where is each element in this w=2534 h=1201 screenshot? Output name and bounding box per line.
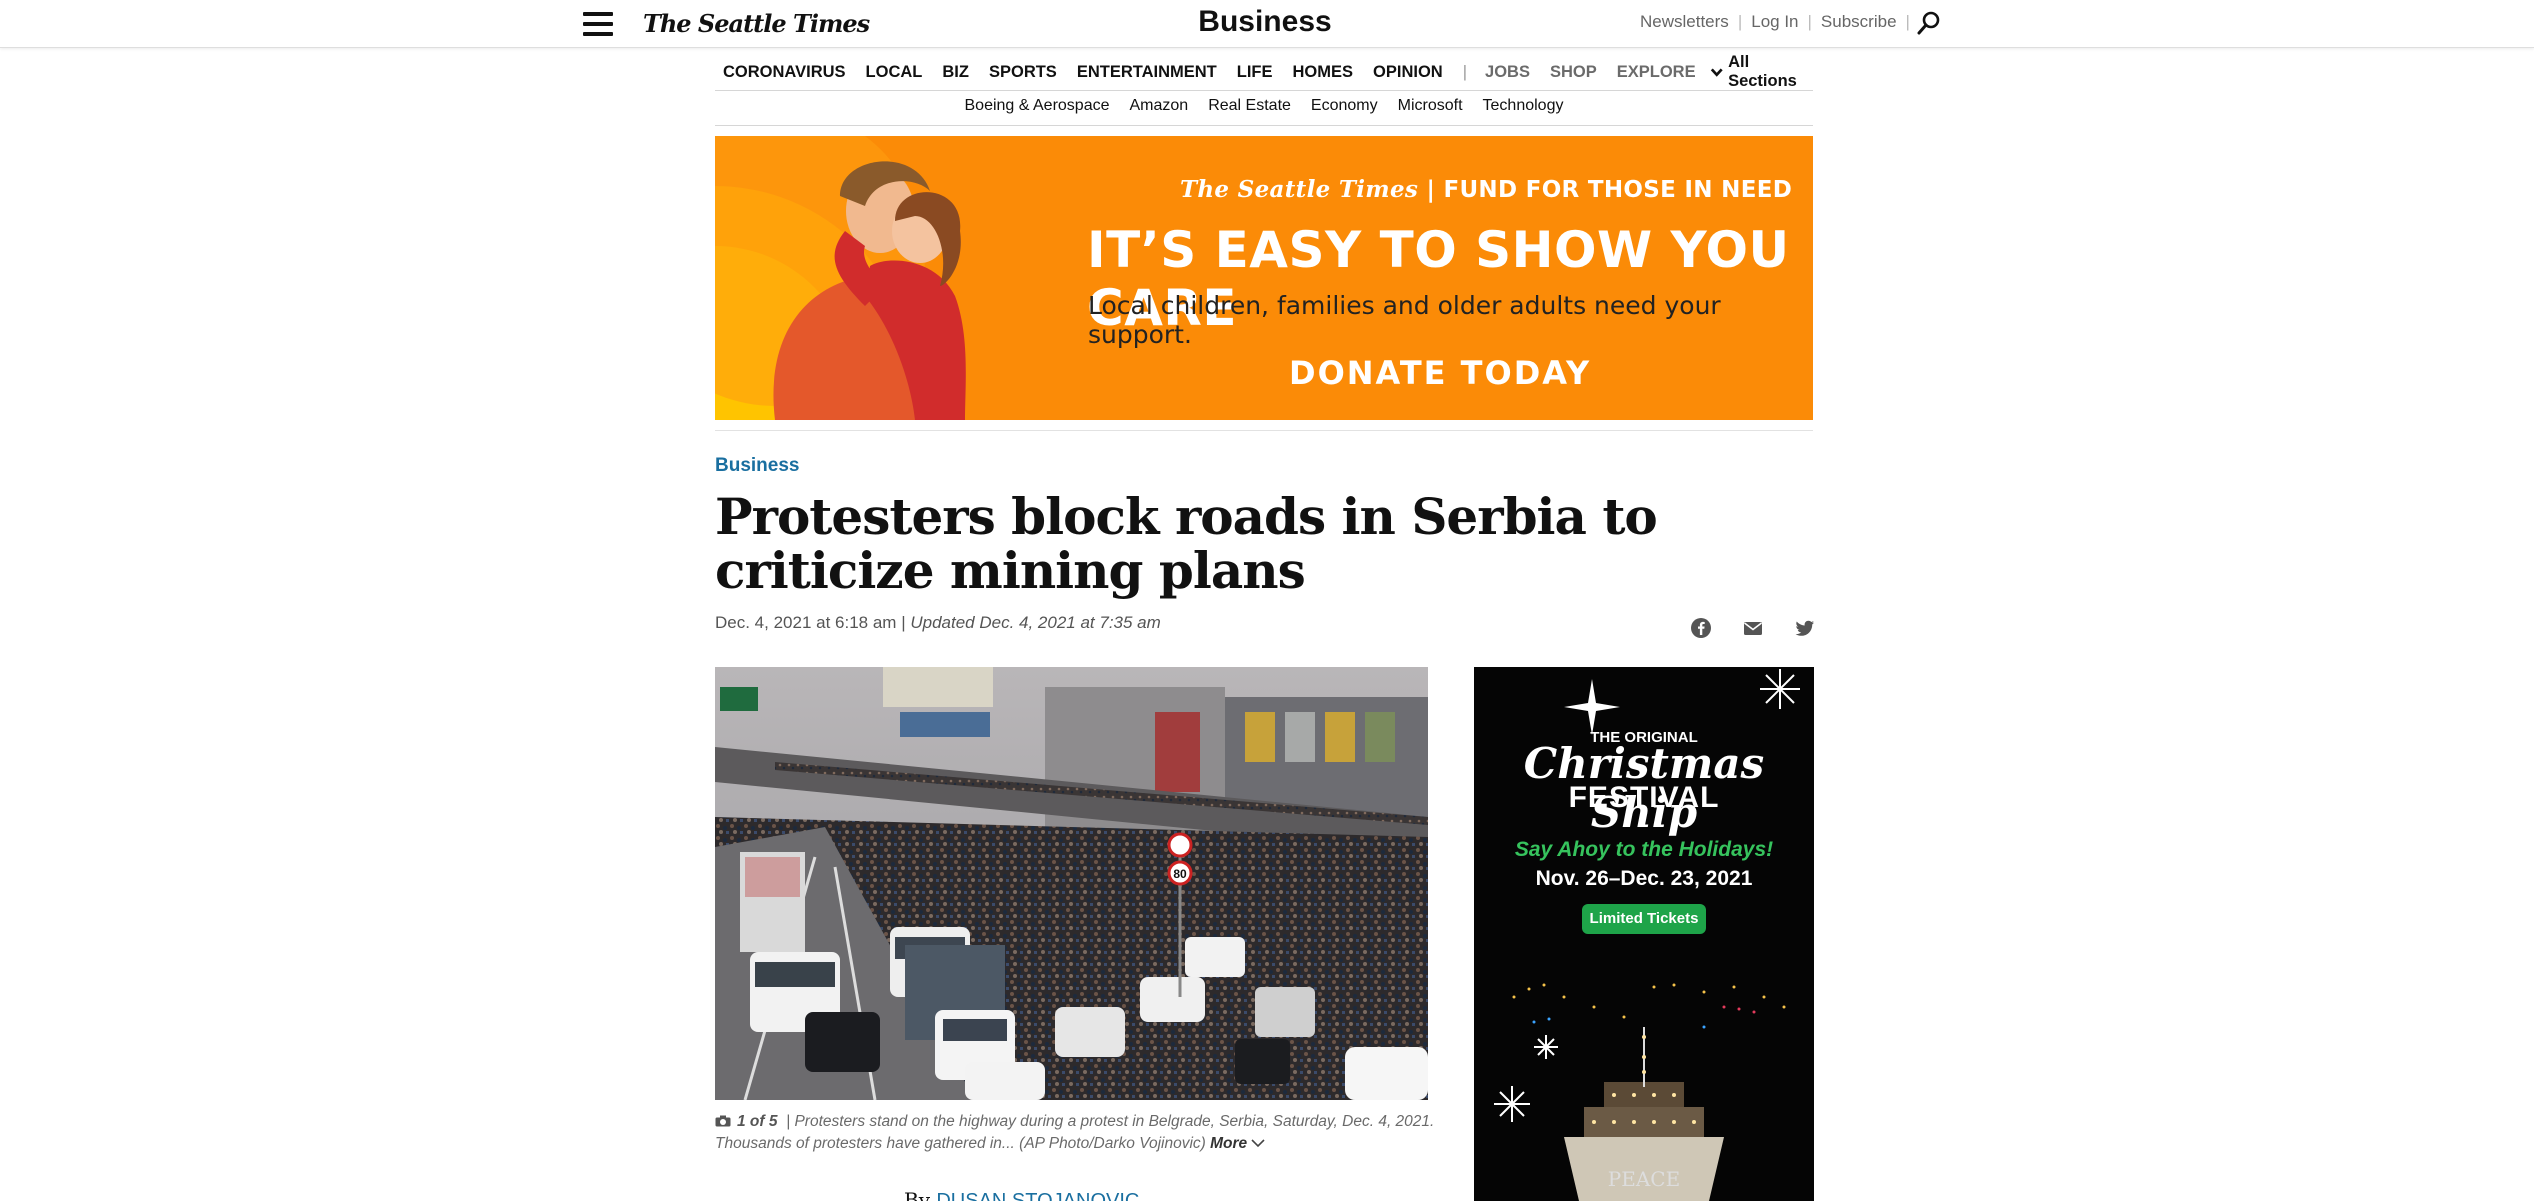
christmas-ship-ad[interactable]: THE ORIGINAL Christmas Ship FESTIVAL Say… bbox=[1474, 667, 1814, 1201]
newsletters-link[interactable]: Newsletters bbox=[1640, 12, 1729, 32]
parent-child-illustration bbox=[715, 136, 1095, 420]
email-icon[interactable] bbox=[1742, 617, 1764, 639]
author-link[interactable]: DUSAN STOJANOVIC bbox=[936, 1190, 1139, 1201]
nav-item-opinion[interactable]: OPINION bbox=[1373, 63, 1443, 82]
all-sections-button[interactable]: All Sections bbox=[1710, 53, 1813, 91]
byline-prefix: By bbox=[904, 1188, 930, 1201]
nav-item-explore[interactable]: EXPLORE bbox=[1617, 63, 1696, 82]
chevron-down-icon bbox=[1251, 1139, 1266, 1148]
ad-line-festival: FESTIVAL bbox=[1568, 781, 1720, 814]
subscribe-link[interactable]: Subscribe bbox=[1821, 12, 1897, 32]
login-link[interactable]: Log In bbox=[1751, 12, 1798, 32]
ad-tagline: Say Ahoy to the Holidays! bbox=[1514, 838, 1774, 861]
updated-date: Updated Dec. 4, 2021 at 7:35 am bbox=[910, 613, 1161, 632]
byline: By DUSAN STOJANOVIC bbox=[904, 1188, 1139, 1201]
menu-icon[interactable] bbox=[583, 12, 613, 36]
date-separator: | bbox=[901, 613, 906, 632]
link-separator: | bbox=[1807, 12, 1812, 31]
ad-boat-text: PEACE bbox=[1607, 1167, 1681, 1191]
link-separator: | bbox=[1737, 12, 1743, 31]
subnav-item-technology[interactable]: Technology bbox=[1483, 97, 1564, 119]
subnav-item-real-estate[interactable]: Real Estate bbox=[1208, 97, 1291, 119]
top-bar: The Seattle Times Business Newsletters |… bbox=[0, 0, 2534, 48]
subnav-item-amazon[interactable]: Amazon bbox=[1130, 97, 1189, 119]
nav-divider: | bbox=[1462, 62, 1468, 81]
nav-item-coronavirus[interactable]: CORONAVIRUS bbox=[723, 63, 846, 82]
caption-text: | Protesters stand on the highway during… bbox=[715, 1113, 1435, 1152]
donate-today-button[interactable]: DONATE TODAY bbox=[1289, 354, 1591, 392]
chevron-down-icon bbox=[1710, 67, 1723, 77]
caption-more-button[interactable]: More bbox=[1210, 1135, 1266, 1152]
nav-item-jobs[interactable]: JOBS bbox=[1485, 63, 1530, 82]
nav-item-local[interactable]: LOCAL bbox=[866, 63, 923, 82]
share-bar bbox=[1690, 617, 1816, 639]
subnav-item-economy[interactable]: Economy bbox=[1311, 97, 1378, 119]
banner-tagline: Local children, families and older adult… bbox=[1088, 291, 1721, 349]
nav-item-homes[interactable]: HOMES bbox=[1293, 63, 1354, 82]
nav-item-biz[interactable]: BIZ bbox=[942, 63, 969, 82]
nav-item-entertainment[interactable]: ENTERTAINMENT bbox=[1077, 63, 1217, 82]
primary-nav: CORONAVIRUS LOCAL BIZ SPORTS ENTERTAINME… bbox=[715, 53, 1813, 90]
all-sections-label: All Sections bbox=[1728, 53, 1797, 90]
site-logo[interactable]: The Seattle Times bbox=[643, 9, 870, 38]
facebook-icon[interactable] bbox=[1690, 617, 1712, 639]
nav-item-sports[interactable]: SPORTS bbox=[989, 63, 1057, 82]
nav-item-shop[interactable]: SHOP bbox=[1550, 63, 1597, 82]
banner-divider bbox=[715, 430, 1813, 431]
search-icon[interactable] bbox=[1916, 10, 1942, 36]
twitter-icon[interactable] bbox=[1794, 617, 1816, 639]
link-separator: | bbox=[1905, 12, 1910, 31]
subnav-item-microsoft[interactable]: Microsoft bbox=[1398, 97, 1463, 119]
article-photo[interactable]: 80 bbox=[715, 667, 1428, 1100]
ad-dates: Nov. 26–Dec. 23, 2021 bbox=[1535, 867, 1753, 890]
fund-logo: The Seattle Times | FUND FOR THOSE IN NE… bbox=[1180, 176, 1793, 203]
limited-tickets-button[interactable]: Limited Tickets bbox=[1582, 904, 1706, 934]
subnav-divider-line bbox=[715, 125, 1813, 126]
article-section-link[interactable]: Business bbox=[715, 455, 799, 477]
photo-count: 1 of 5 bbox=[737, 1113, 778, 1130]
article-dateline: Dec. 4, 2021 at 6:18 am | Updated Dec. 4… bbox=[715, 613, 1161, 633]
svg-text:80: 80 bbox=[1173, 867, 1187, 881]
published-date: Dec. 4, 2021 at 6:18 am bbox=[715, 613, 897, 632]
section-title: Business bbox=[1198, 5, 1332, 38]
article-headline: Protesters block roads in Serbia to crit… bbox=[715, 487, 1658, 600]
nav-divider-line bbox=[715, 90, 1813, 91]
camera-icon bbox=[715, 1115, 731, 1127]
fund-banner-ad[interactable]: The Seattle Times | FUND FOR THOSE IN NE… bbox=[715, 136, 1813, 420]
account-links: Newsletters | Log In | Subscribe | bbox=[1640, 12, 2534, 32]
subnav-item-boeing[interactable]: Boeing & Aerospace bbox=[965, 97, 1110, 119]
sub-nav: Boeing & Aerospace Amazon Real Estate Ec… bbox=[715, 97, 1813, 119]
photo-caption: 1 of 5 | Protesters stand on the highway… bbox=[715, 1111, 1435, 1155]
nav-item-life[interactable]: LIFE bbox=[1237, 63, 1273, 82]
